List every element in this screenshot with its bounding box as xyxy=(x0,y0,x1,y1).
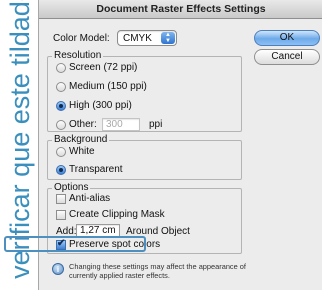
info-message: Changing these settings may affect the a… xyxy=(69,262,246,280)
info-icon: i xyxy=(52,263,64,275)
color-model-value: CMYK xyxy=(123,33,152,44)
highlight-box xyxy=(4,236,146,252)
radio-white-label: White xyxy=(69,146,95,157)
clipping-mask-checkbox[interactable] xyxy=(56,210,66,220)
anti-alias-checkbox[interactable] xyxy=(56,194,66,204)
ppi-unit-label: ppi xyxy=(149,119,163,130)
radio-screen-label: Screen (72 ppi) xyxy=(69,62,138,73)
resolution-legend: Resolution xyxy=(52,50,104,61)
other-ppi-input[interactable]: 300 xyxy=(102,118,140,131)
color-model-label: Color Model: xyxy=(53,33,110,44)
ok-button[interactable]: OK xyxy=(254,30,320,46)
side-annotation: verificar que este tildado xyxy=(2,0,38,278)
color-model-select[interactable]: CMYK ▲ ▼ xyxy=(117,30,177,46)
radio-transparent-label: Transparent xyxy=(69,164,123,175)
options-legend: Options xyxy=(52,182,91,193)
radio-screen[interactable] xyxy=(56,63,66,73)
title-bar: Document Raster Effects Settings xyxy=(39,0,322,19)
radio-medium-label: Medium (150 ppi) xyxy=(69,81,147,92)
background-legend: Background xyxy=(52,134,110,145)
clipping-mask-label: Create Clipping Mask xyxy=(69,209,165,220)
anti-alias-label: Anti-alias xyxy=(69,193,111,204)
radio-other-label: Other: xyxy=(69,119,97,130)
radio-white[interactable] xyxy=(56,147,66,157)
radio-high[interactable] xyxy=(56,101,66,111)
radio-transparent[interactable] xyxy=(56,165,66,175)
chevron-updown-icon: ▲ ▼ xyxy=(161,32,175,44)
dialog-title: Document Raster Effects Settings xyxy=(96,3,266,15)
radio-medium[interactable] xyxy=(56,82,66,92)
radio-high-label: High (300 ppi) xyxy=(69,100,132,111)
radio-other[interactable] xyxy=(56,120,66,130)
cancel-button[interactable]: Cancel xyxy=(254,49,320,65)
